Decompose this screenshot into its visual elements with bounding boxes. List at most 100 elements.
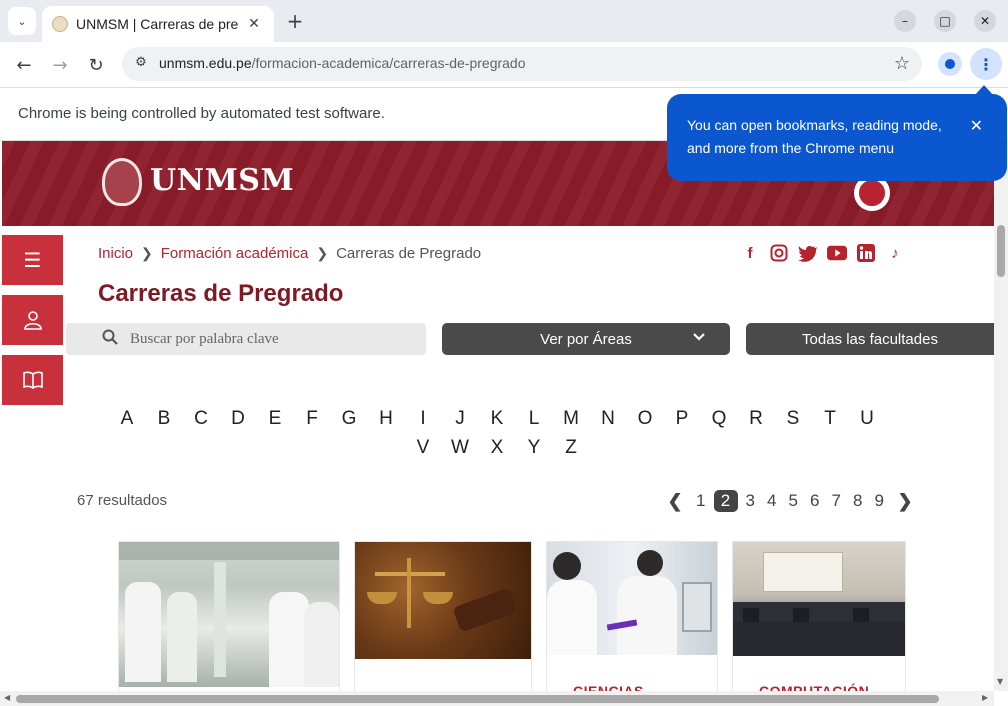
minimize-button[interactable]: – [894,10,916,32]
back-button[interactable]: ← [10,51,38,79]
breadcrumb-current: Carreras de Pregrado [336,245,482,262]
page-link-9[interactable]: 9 [869,491,891,511]
alphabet-letter-c[interactable]: C [183,408,220,430]
reload-button[interactable]: ↻ [82,51,110,79]
instagram-icon[interactable] [769,243,789,263]
horizontal-scroll-thumb[interactable] [16,695,939,703]
new-tab-button[interactable]: + [284,8,306,34]
alphabet-letter-n[interactable]: N [590,408,627,430]
scroll-left-icon[interactable]: ◀ [4,693,10,702]
career-card-title: CIENCIAS [573,683,644,691]
career-card[interactable] [118,541,340,691]
alphabet-letter-o[interactable]: O [627,408,664,430]
alphabet-letter-u[interactable]: U [849,408,886,430]
alphabet-letter-a[interactable]: A [109,408,146,430]
faculties-dropdown-label: Todas las facultades [802,330,938,348]
profile-avatar-icon[interactable] [938,52,962,76]
areas-dropdown[interactable]: Ver por Áreas [442,323,730,355]
site-logo-text[interactable]: UNMSM [150,163,294,198]
book-icon[interactable] [2,355,63,405]
chevron-left-icon[interactable]: ❮ [660,491,690,512]
alphabet-letter-l[interactable]: L [516,408,553,430]
career-card[interactable] [354,541,532,691]
page-link-5[interactable]: 5 [783,491,805,511]
alphabet-letter-t[interactable]: T [812,408,849,430]
bubble-text: You can open bookmarks, reading mode, an… [687,117,942,156]
breadcrumb: Inicio ❯ Formación académica ❯ Carreras de P… [98,245,481,262]
alphabet-letter-h[interactable]: H [368,408,405,430]
horizontal-scrollbar[interactable]: ◀ ▶ [0,691,994,706]
chrome-menu-tip-bubble: You can open bookmarks, reading mode, an… [667,85,1007,181]
user-icon[interactable] [2,295,63,345]
career-card[interactable]: COMPUTACIÓN [732,541,906,691]
alphabet-letter-k[interactable]: K [479,408,516,430]
infobar-text: Chrome is being controlled by automated … [18,105,385,122]
browser-tab[interactable]: UNMSM | Carreras de pre ✕ [42,6,274,42]
alphabet-letter-i[interactable]: I [405,408,442,430]
page-link-8[interactable]: 8 [847,491,869,511]
alphabet-letter-b[interactable]: B [146,408,183,430]
chrome-menu-button[interactable]: ⋮ [970,48,1002,80]
page-link-2[interactable]: 2 [713,490,738,512]
tab-close-icon[interactable]: ✕ [244,16,264,32]
lab-students-image [119,542,339,687]
vertical-scroll-thumb[interactable] [997,225,1005,277]
alphabet-letter-g[interactable]: G [331,408,368,430]
alphabet-letter-m[interactable]: M [553,408,590,430]
tiktok-icon[interactable]: ♪ [885,243,905,263]
forward-button[interactable]: → [46,51,74,79]
alphabet-letter-p[interactable]: P [664,408,701,430]
close-window-button[interactable]: ✕ [974,10,996,32]
tab-search-button[interactable]: ⌄ [8,7,36,35]
pagination: ❮ 1 2 3 4 5 6 7 8 9 ❯ [660,490,920,512]
alphabet-letter-f[interactable]: F [294,408,331,430]
alphabet-letter-z[interactable]: Z [553,437,590,459]
chevron-right-icon: ❯ [316,245,329,261]
alphabet-letter-v[interactable]: V [405,437,442,459]
social-links: f ♪ [740,243,905,263]
address-bar[interactable]: ⚙ unmsm.edu.pe/formacion-academica/carre… [122,47,922,81]
alphabet-letter-x[interactable]: X [479,437,516,459]
career-card-title: COMPUTACIÓN [759,683,870,691]
breadcrumb-home-link[interactable]: Inicio [98,245,133,262]
alphabet-letter-r[interactable]: R [738,408,775,430]
page-title: Carreras de Pregrado [98,280,344,307]
chevron-right-icon[interactable]: ❯ [890,491,920,512]
page-link-6[interactable]: 6 [804,491,826,511]
alphabet-letter-q[interactable]: Q [701,408,738,430]
linkedin-icon[interactable] [856,243,876,263]
career-card[interactable]: CIENCIAS [546,541,718,691]
alphabet-letter-w[interactable]: W [442,437,479,459]
site-info-icon[interactable]: ⚙ [132,55,150,73]
keyword-search-input[interactable] [130,327,410,351]
alphabet-letter-e[interactable]: E [257,408,294,430]
areas-dropdown-label: Ver por Áreas [540,330,632,348]
page-link-4[interactable]: 4 [761,491,783,511]
vertical-scrollbar[interactable]: ▲ ▼ [994,141,1008,691]
page-link-7[interactable]: 7 [826,491,848,511]
alphabet-letter-s[interactable]: S [775,408,812,430]
computer-lab-image [733,542,905,656]
alphabet-letter-j[interactable]: J [442,408,479,430]
youtube-icon[interactable] [827,243,847,263]
breadcrumb-section-link[interactable]: Formación académica [161,245,309,262]
faculties-dropdown[interactable]: Todas las facultades [746,323,994,355]
facebook-icon[interactable]: f [740,243,760,263]
twitter-icon[interactable] [798,243,818,263]
alphabet-letter-y[interactable]: Y [516,437,553,459]
scroll-down-icon[interactable]: ▼ [997,677,1003,686]
bookmark-star-icon[interactable]: ☆ [894,53,910,74]
unmsm-seal-logo[interactable] [102,158,142,206]
url-text[interactable]: unmsm.edu.pe/formacion-academica/carrera… [159,55,526,71]
page-link-3[interactable]: 3 [740,491,762,511]
maximize-button[interactable]: □ [934,10,956,32]
web-page: UNMSM ☰ Inicio ❯ Formación académica ❯ Carre… [0,141,994,691]
alphabet-letter-d[interactable]: D [220,408,257,430]
browser-toolbar: ← → ↻ ⚙ unmsm.edu.pe/formacion-academica… [0,42,1008,88]
bubble-close-icon[interactable]: ✕ [970,116,983,135]
hamburger-menu-icon[interactable]: ☰ [2,235,63,285]
page-link-1[interactable]: 1 [690,491,712,511]
alphabet-filter-row1: ABCDEFGHIJKLMNOPQRSTU [0,408,994,430]
alphabet-filter-row2: VWXYZ [0,437,994,459]
scroll-right-icon[interactable]: ▶ [982,693,988,702]
